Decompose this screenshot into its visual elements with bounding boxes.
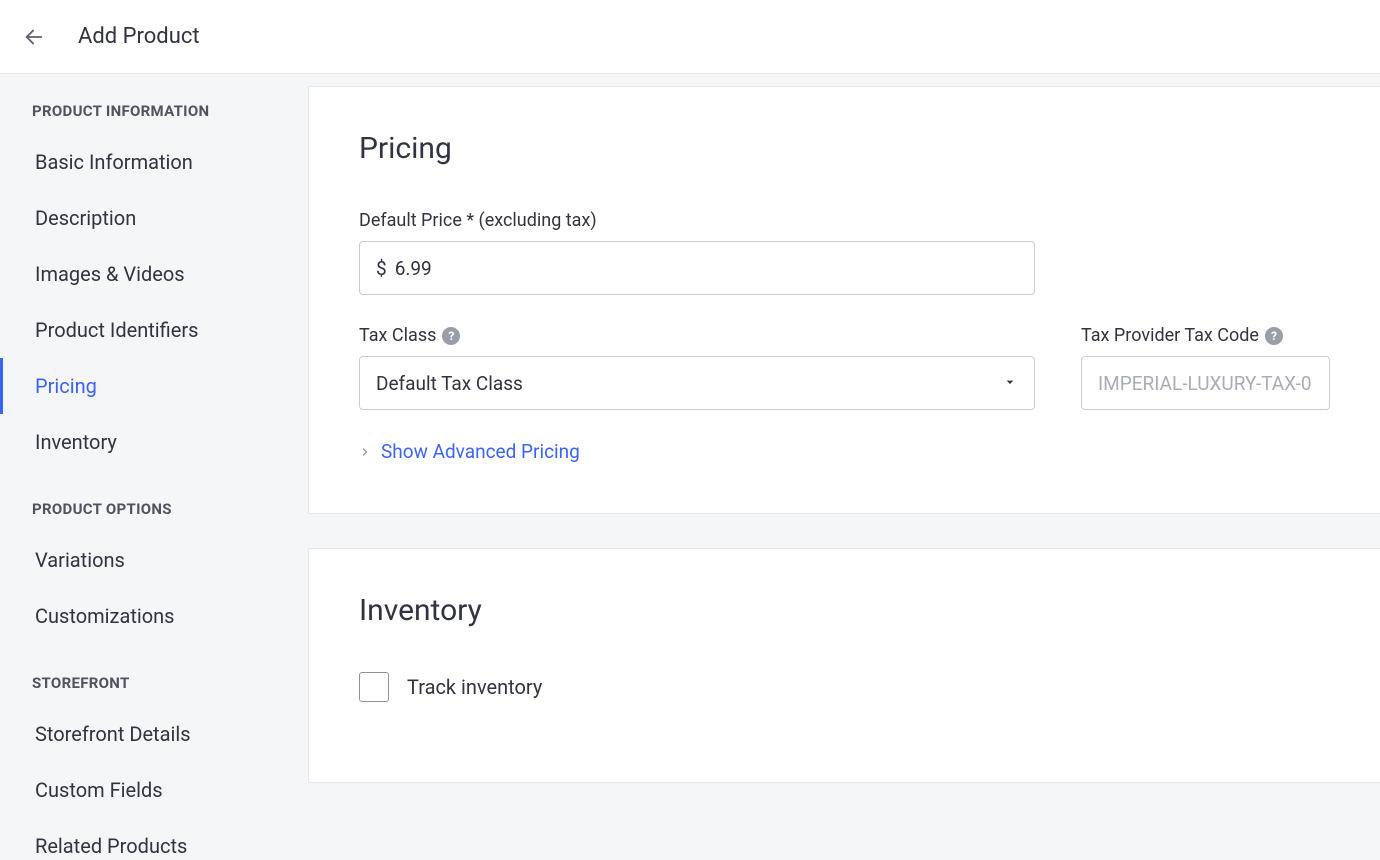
pricing-title: Pricing xyxy=(359,131,1330,166)
sidebar-item-product-identifiers[interactable]: Product Identifiers xyxy=(0,302,308,358)
sidebar-item-inventory[interactable]: Inventory xyxy=(0,414,308,470)
tax-code-label: Tax Provider Tax Code ? xyxy=(1081,325,1330,346)
sidebar: PRODUCT INFORMATION Basic Information De… xyxy=(0,74,308,860)
sidebar-item-storefront-details[interactable]: Storefront Details xyxy=(0,706,308,762)
sidebar-item-basic-information[interactable]: Basic Information xyxy=(0,134,308,190)
inventory-panel: Inventory Track inventory xyxy=(308,548,1380,783)
back-button[interactable] xyxy=(18,21,50,53)
show-advanced-pricing-link[interactable]: Show Advanced Pricing xyxy=(359,440,1330,463)
header: Add Product xyxy=(0,0,1380,74)
sidebar-item-pricing[interactable]: Pricing xyxy=(0,358,308,414)
tax-class-select[interactable]: Default Tax Class xyxy=(359,356,1035,410)
advanced-pricing-link-text: Show Advanced Pricing xyxy=(381,440,580,463)
chevron-right-icon xyxy=(359,446,371,458)
track-inventory-checkbox[interactable] xyxy=(359,672,389,702)
tax-code-label-text: Tax Provider Tax Code xyxy=(1081,325,1259,346)
help-icon[interactable]: ? xyxy=(1265,327,1283,345)
sidebar-item-images-videos[interactable]: Images & Videos xyxy=(0,246,308,302)
tax-code-input[interactable] xyxy=(1081,356,1330,410)
page-title: Add Product xyxy=(78,24,200,49)
currency-prefix: $ xyxy=(376,257,387,280)
default-price-input-wrap[interactable]: $ xyxy=(359,241,1035,295)
sidebar-section-title-storefront: STOREFRONT xyxy=(0,644,308,706)
sidebar-item-customizations[interactable]: Customizations xyxy=(0,588,308,644)
tax-class-label: Tax Class ? xyxy=(359,325,1035,346)
main-content: Pricing Default Price * (excluding tax) … xyxy=(308,74,1380,860)
tax-class-label-text: Tax Class xyxy=(359,325,436,346)
default-price-input[interactable] xyxy=(395,257,1018,280)
inventory-title: Inventory xyxy=(359,593,1330,628)
help-icon[interactable]: ? xyxy=(442,327,460,345)
sidebar-item-custom-fields[interactable]: Custom Fields xyxy=(0,762,308,818)
default-price-label: Default Price * (excluding tax) xyxy=(359,210,1035,231)
tax-class-value: Default Tax Class xyxy=(376,372,523,395)
track-inventory-row: Track inventory xyxy=(359,672,1330,702)
sidebar-item-related-products[interactable]: Related Products xyxy=(0,818,308,860)
sidebar-section-title-product-options: PRODUCT OPTIONS xyxy=(0,470,308,532)
caret-down-icon xyxy=(1002,372,1018,395)
arrow-left-icon xyxy=(23,26,45,48)
sidebar-item-variations[interactable]: Variations xyxy=(0,532,308,588)
sidebar-section-title-product-information: PRODUCT INFORMATION xyxy=(0,96,308,134)
track-inventory-label: Track inventory xyxy=(407,675,542,699)
pricing-panel: Pricing Default Price * (excluding tax) … xyxy=(308,86,1380,514)
sidebar-item-description[interactable]: Description xyxy=(0,190,308,246)
